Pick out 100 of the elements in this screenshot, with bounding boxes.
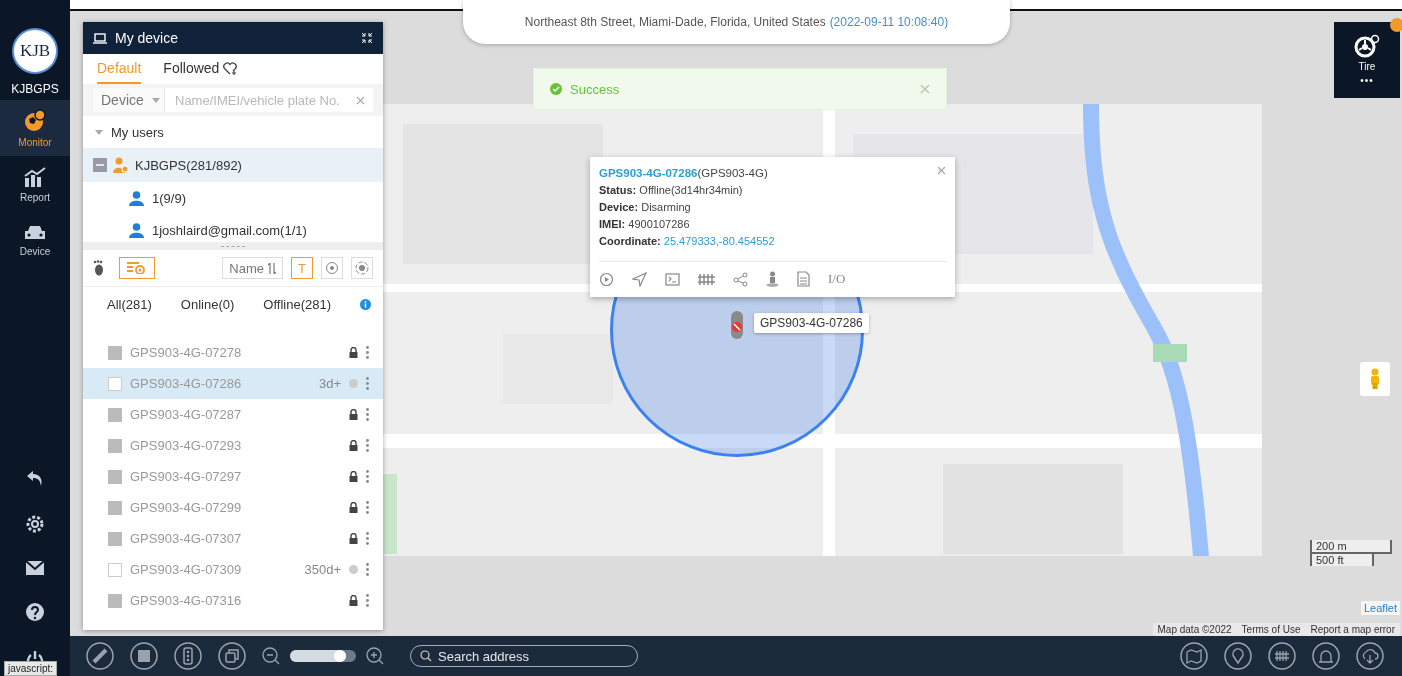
device-checkbox[interactable]: [108, 469, 122, 484]
info-icon[interactable]: [360, 298, 371, 310]
io-button[interactable]: I/O: [828, 271, 846, 287]
user-group-icon: [113, 157, 129, 173]
fence-icon[interactable]: [1268, 642, 1296, 670]
locate-button[interactable]: [321, 257, 343, 279]
close-icon[interactable]: [937, 166, 946, 175]
field-label: Device:: [599, 201, 639, 213]
nav-item[interactable]: Report: [0, 156, 70, 212]
vehicle-marker[interactable]: [730, 310, 744, 340]
more-icon[interactable]: [366, 470, 369, 483]
status-dot: [349, 379, 358, 388]
device-row[interactable]: GPS903-4G-07287: [83, 399, 383, 430]
more-icon[interactable]: [366, 377, 369, 390]
map-footer-link[interactable]: Report a map error: [1305, 623, 1400, 636]
status-filter[interactable]: Online(0): [180, 296, 235, 312]
help-icon[interactable]: [25, 602, 45, 624]
device-checkbox[interactable]: [108, 500, 122, 515]
area-select-icon[interactable]: [130, 642, 158, 670]
lock-icon: [349, 471, 358, 482]
tree-node[interactable]: 1(9/9): [83, 182, 383, 214]
caret-icon: [151, 97, 160, 103]
list-view-button[interactable]: [119, 257, 155, 279]
map-footer-link[interactable]: Terms of Use: [1236, 623, 1306, 636]
leaflet-link[interactable]: Leaflet: [1360, 601, 1400, 615]
address-time: (2022-09-11 10:08:40): [829, 15, 949, 29]
check-circle-icon: [550, 83, 562, 95]
more-icon[interactable]: [366, 532, 369, 545]
cloud-download-icon[interactable]: [1356, 642, 1384, 670]
playback-icon[interactable]: [599, 271, 614, 287]
lock-icon: [349, 595, 358, 606]
more-icon[interactable]: [366, 439, 369, 452]
device-name: GPS903-4G-07297: [130, 469, 243, 484]
tree-node[interactable]: KJBGPS(281/892): [83, 148, 383, 182]
zoom-out-icon[interactable]: [262, 647, 280, 665]
nav-item[interactable]: Device: [0, 212, 70, 268]
search-type-dropdown[interactable]: Device: [93, 88, 165, 112]
share-icon[interactable]: [733, 271, 748, 287]
fence-icon[interactable]: [698, 272, 715, 286]
toast-message: Success: [570, 81, 620, 97]
device-row[interactable]: GPS903-4G-07297: [83, 461, 383, 492]
more-icon[interactable]: [366, 408, 369, 421]
notification-badge: [1390, 18, 1402, 32]
device-row[interactable]: GPS903-4G-07286 3d+: [83, 368, 383, 399]
status-filter[interactable]: Offline(281): [263, 296, 331, 312]
more-icon[interactable]: [366, 563, 369, 576]
device-row[interactable]: GPS903-4G-07293: [83, 430, 383, 461]
device-checkbox[interactable]: [108, 438, 122, 453]
device-row[interactable]: GPS903-4G-07307: [83, 523, 383, 554]
navigate-icon[interactable]: [632, 271, 647, 287]
ruler-icon[interactable]: [86, 642, 114, 670]
alarm-icon[interactable]: [1312, 642, 1340, 670]
tree-node[interactable]: My users: [83, 116, 383, 148]
mail-icon[interactable]: [25, 560, 45, 576]
coordinate-link[interactable]: 25.479333,-80.454552: [663, 235, 775, 247]
more-dots[interactable]: •••: [1360, 75, 1374, 86]
more-icon[interactable]: [366, 346, 369, 359]
panel-tab[interactable]: Followed: [163, 54, 238, 84]
device-checkbox[interactable]: [108, 407, 122, 422]
chart-icon: [23, 165, 47, 188]
device-name: GPS903-4G-07316: [130, 593, 243, 608]
device-checkbox[interactable]: [108, 562, 122, 577]
traffic-light-icon[interactable]: [174, 642, 202, 670]
map-icon[interactable]: [1180, 642, 1208, 670]
layers-icon[interactable]: [218, 642, 246, 670]
device-link[interactable]: GPS903-4G-07286: [599, 167, 698, 179]
offline-duration: 3d+: [318, 376, 341, 391]
signal-button[interactable]: [351, 257, 373, 279]
device-row[interactable]: GPS903-4G-07309 350d+: [83, 554, 383, 585]
clear-icon[interactable]: [356, 95, 365, 105]
location-pin-icon[interactable]: [1224, 642, 1252, 670]
device-checkbox[interactable]: [108, 345, 122, 360]
person-pin-icon[interactable]: [766, 271, 779, 287]
device-checkbox[interactable]: [108, 376, 122, 391]
device-row[interactable]: GPS903-4G-07316: [83, 585, 383, 616]
settings-icon[interactable]: [25, 514, 45, 534]
search-field[interactable]: Name/IMEI/vehicle plate No.: [165, 88, 373, 112]
device-row[interactable]: GPS903-4G-07299: [83, 492, 383, 523]
tree-node[interactable]: 1joshlaird@gmail.com(1/1): [83, 214, 383, 246]
collapse-icon[interactable]: [361, 32, 373, 44]
document-icon[interactable]: [797, 271, 810, 287]
status-filter[interactable]: All(281): [107, 296, 152, 312]
map-footer-link[interactable]: Map data ©2022: [1152, 623, 1237, 636]
device-checkbox[interactable]: [108, 531, 122, 546]
terminal-icon[interactable]: [665, 272, 680, 286]
address-search-field[interactable]: Search address: [410, 645, 638, 667]
lock-icon: [349, 347, 358, 358]
more-icon[interactable]: [366, 594, 369, 607]
nav-item[interactable]: Monitor: [0, 100, 70, 156]
field-label: IMEI:: [599, 218, 626, 230]
more-icon[interactable]: [366, 501, 369, 514]
globe-pin-icon: [23, 108, 47, 133]
street-view-button[interactable]: [1360, 362, 1390, 396]
resize-handle[interactable]: [221, 245, 245, 247]
zoom-in-icon[interactable]: [366, 647, 384, 665]
sort-button[interactable]: Name: [222, 257, 283, 279]
footprint-icon[interactable]: [93, 260, 105, 276]
device-checkbox[interactable]: [108, 593, 122, 608]
list-eye-icon: [127, 262, 147, 274]
device-row[interactable]: GPS903-4G-07278: [83, 337, 383, 368]
